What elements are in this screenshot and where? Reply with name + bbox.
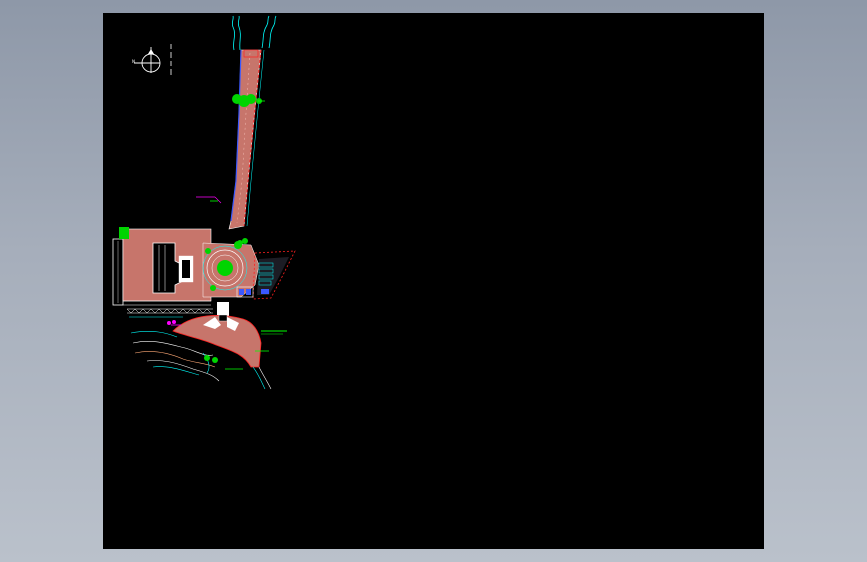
main-building [112, 227, 212, 306]
north-arrow-icon: N [132, 44, 172, 75]
retaining-wall [126, 308, 213, 318]
circular-plaza [202, 241, 260, 298]
north-letter: N [132, 59, 135, 64]
site-plan: N [112, 15, 296, 390]
drawing-canvas[interactable]: N [103, 13, 764, 549]
access-road [228, 49, 265, 230]
river-lines [231, 15, 277, 51]
